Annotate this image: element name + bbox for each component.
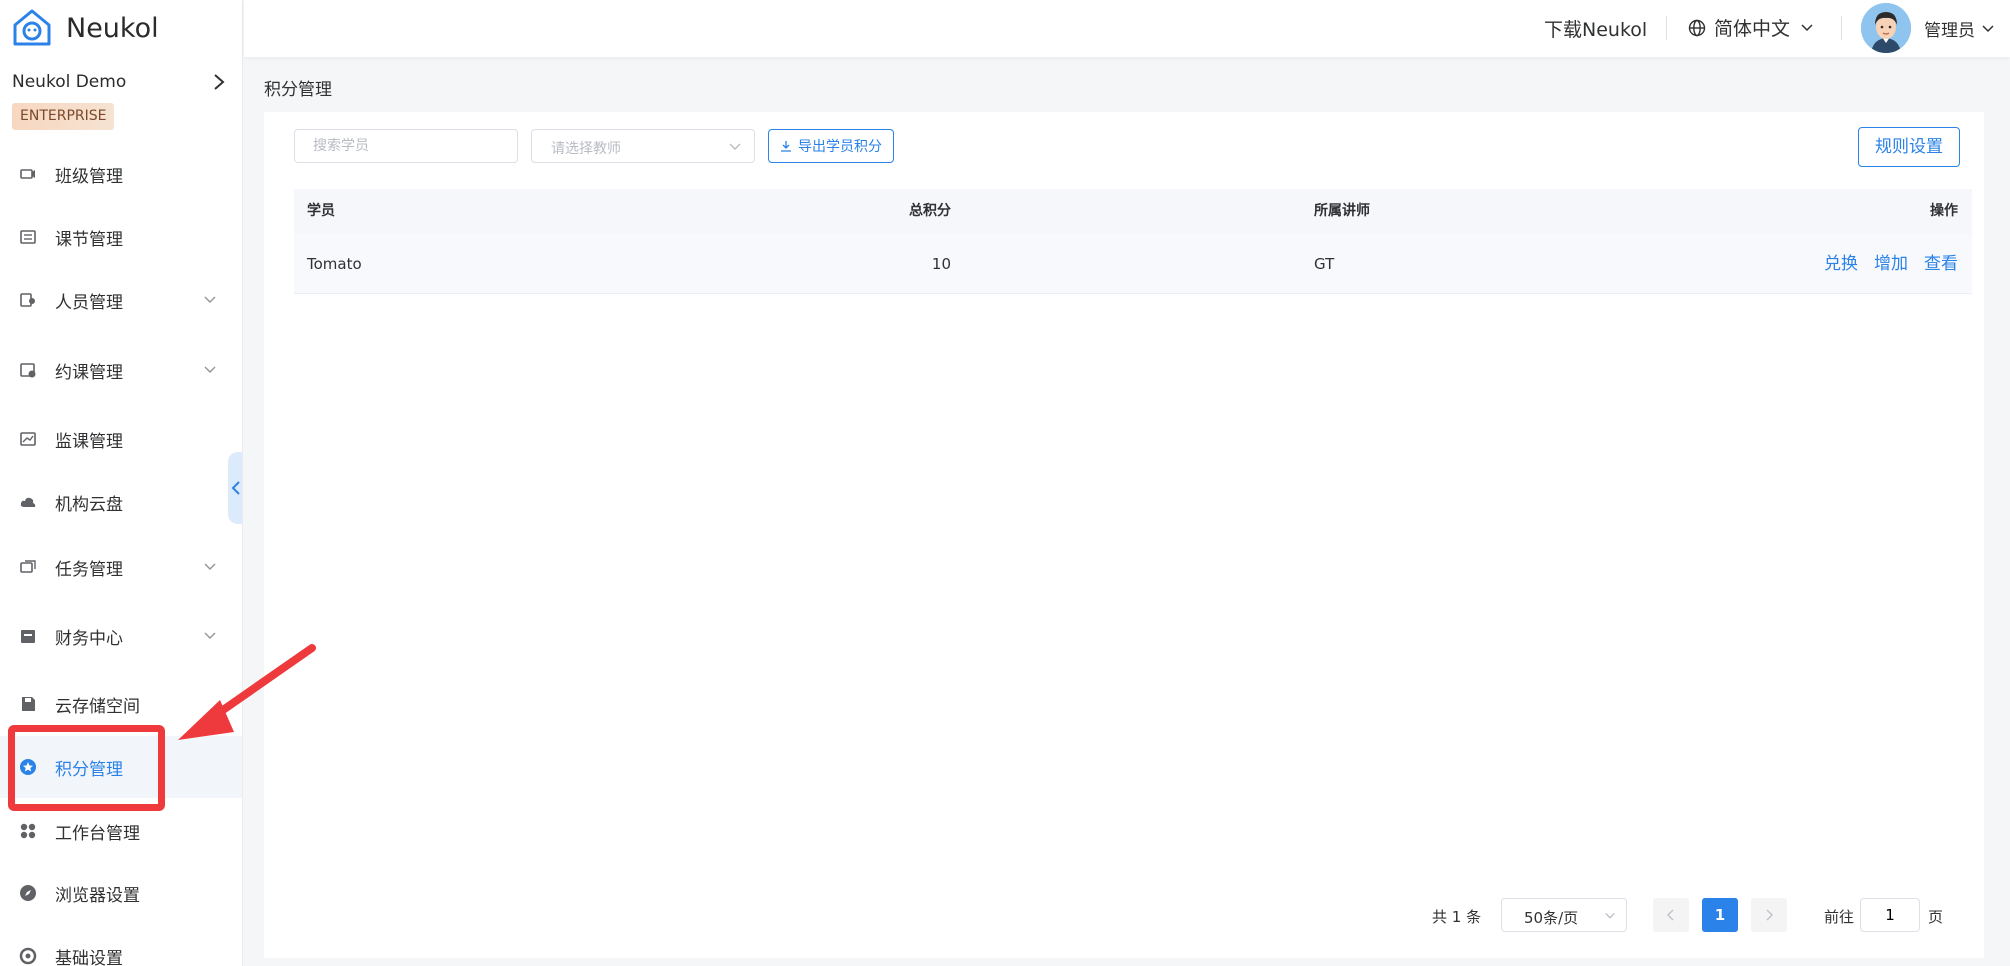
add-points-link[interactable]: 增加 (1874, 234, 1908, 294)
header-divider (1841, 16, 1842, 40)
class-icon (20, 169, 35, 179)
user-name: 管理员 (1924, 21, 1975, 41)
brand[interactable]: Neukol (12, 8, 159, 48)
pagination-total: 共 1 条 (1432, 908, 1482, 926)
sidebar-item-label: 监课管理 (55, 431, 123, 452)
org-name: Neukol Demo (12, 72, 127, 92)
cell-points: 10 (931, 255, 951, 273)
collapse-sidebar-button[interactable] (228, 452, 242, 524)
row-actions: 兑换 增加 查看 (1824, 234, 1958, 294)
annotation-arrow-icon (178, 644, 316, 740)
goto-label: 前往 (1824, 908, 1855, 926)
sidebar-item-label: 机构云盘 (55, 494, 123, 515)
sidebar-item-label: 人员管理 (55, 292, 123, 313)
chevron-down-icon (1605, 913, 1615, 919)
chevron-down-icon (729, 143, 741, 150)
chevron-down-icon (204, 296, 216, 303)
chevron-down-icon (204, 366, 216, 373)
monitor-icon (20, 432, 36, 446)
download-icon (781, 141, 791, 152)
brand-name: Neukol (66, 12, 159, 44)
student-search-input[interactable] (294, 129, 518, 163)
sidebar-item-label: 任务管理 (55, 559, 123, 580)
page-size-value: 50条/页 (1524, 909, 1579, 927)
page-size-select[interactable]: 50条/页 (1501, 898, 1627, 932)
sidebar-item[interactable]: 基础设置 (0, 925, 242, 966)
points-table: 学员 总积分 所属讲师 操作 Tomato 10 GT 兑换 增加 查看 (294, 189, 1972, 294)
people-icon (20, 293, 35, 307)
highlight-box (8, 725, 165, 811)
export-points-label: 导出学员积分 (798, 139, 882, 155)
booking-icon (20, 363, 36, 378)
teacher-select[interactable]: 请选择教师 (531, 129, 755, 163)
teacher-select-placeholder: 请选择教师 (551, 141, 621, 157)
cell-student: Tomato (307, 255, 362, 273)
avatar-illustration-icon (1861, 3, 1911, 53)
rules-settings-button[interactable]: 规则设置 (1858, 127, 1960, 167)
page-number-current[interactable]: 1 (1702, 898, 1738, 932)
sidebar-item[interactable]: 课节管理 (0, 206, 242, 268)
chevron-right-icon (1766, 909, 1774, 921)
plan-badge: ENTERPRISE (12, 103, 115, 130)
header-divider (1666, 16, 1667, 40)
next-page-button[interactable] (1751, 898, 1787, 932)
language-selector[interactable]: 简体中文 (1688, 14, 1814, 41)
page-title: 积分管理 (264, 80, 332, 100)
sidebar-item-label: 工作台管理 (55, 823, 140, 844)
column-header-teacher: 所属讲师 (1314, 203, 1370, 219)
top-header: 下载Neukol 简体中文 管理员 (244, 0, 2010, 57)
view-link[interactable]: 查看 (1924, 234, 1958, 294)
goto-page-input[interactable] (1860, 898, 1920, 932)
sidebar-item-label: 课节管理 (55, 229, 123, 250)
sidebar: Neukol Neukol Demo ENTERPRISE 班级管理课节管理人员… (0, 0, 243, 966)
sidebar-item-label: 浏览器设置 (55, 885, 140, 906)
chevron-down-icon (204, 563, 216, 570)
sidebar-item[interactable]: 任务管理 (0, 536, 242, 598)
user-menu[interactable]: 管理员 (1924, 16, 1995, 41)
neukol-logo-icon (13, 9, 51, 46)
cell-teacher: GT (1314, 255, 1335, 273)
sidebar-item[interactable]: 监课管理 (0, 408, 242, 470)
column-header-points: 总积分 (909, 203, 951, 219)
compass-icon (20, 885, 36, 901)
chevron-left-icon (1666, 909, 1674, 921)
download-link[interactable]: 下载Neukol (1544, 15, 1647, 42)
column-header-actions: 操作 (1930, 203, 1958, 219)
chevron-left-icon (231, 481, 240, 495)
chevron-right-icon (214, 74, 225, 90)
table-row: Tomato 10 GT 兑换 增加 查看 (294, 234, 1972, 294)
globe-icon (1688, 19, 1706, 36)
lesson-list-icon (20, 230, 36, 244)
sidebar-item-label: 班级管理 (55, 166, 123, 187)
org-switcher[interactable]: Neukol Demo (12, 72, 228, 92)
chevron-down-icon (1801, 23, 1813, 31)
language-label: 简体中文 (1714, 18, 1791, 40)
sidebar-item[interactable]: 班级管理 (0, 143, 242, 205)
sidebar-item[interactable]: 浏览器设置 (0, 862, 242, 924)
task-icon (20, 560, 36, 573)
redeem-link[interactable]: 兑换 (1824, 234, 1858, 294)
column-header-student: 学员 (307, 203, 335, 219)
sidebar-item[interactable]: 约课管理 (0, 339, 242, 401)
workbench-icon (20, 823, 36, 839)
table-header: 学员 总积分 所属讲师 操作 (294, 189, 1972, 234)
sidebar-item-label: 云存储空间 (55, 696, 140, 717)
prev-page-button[interactable] (1653, 898, 1689, 932)
export-points-button[interactable]: 导出学员积分 (768, 129, 894, 163)
settings-icon (19, 947, 37, 965)
sidebar-item[interactable]: 人员管理 (0, 269, 242, 331)
sidebar-item[interactable]: 机构云盘 (0, 471, 242, 533)
cloud-icon (20, 497, 36, 507)
sidebar-item-label: 约课管理 (55, 362, 123, 383)
pagination: 共 1 条 50条/页 1 前往 页 (264, 898, 1984, 932)
sidebar-item-label: 基础设置 (55, 948, 123, 966)
page-suffix: 页 (1928, 908, 1944, 926)
user-avatar[interactable] (1861, 3, 1911, 53)
finance-icon (21, 630, 35, 643)
points-card: 请选择教师 导出学员积分 规则设置 学员 总积分 所属讲师 操作 Tomato … (264, 112, 1984, 958)
chevron-down-icon (1982, 24, 1994, 32)
storage-icon (22, 697, 35, 711)
sidebar-item-label: 财务中心 (55, 628, 123, 649)
